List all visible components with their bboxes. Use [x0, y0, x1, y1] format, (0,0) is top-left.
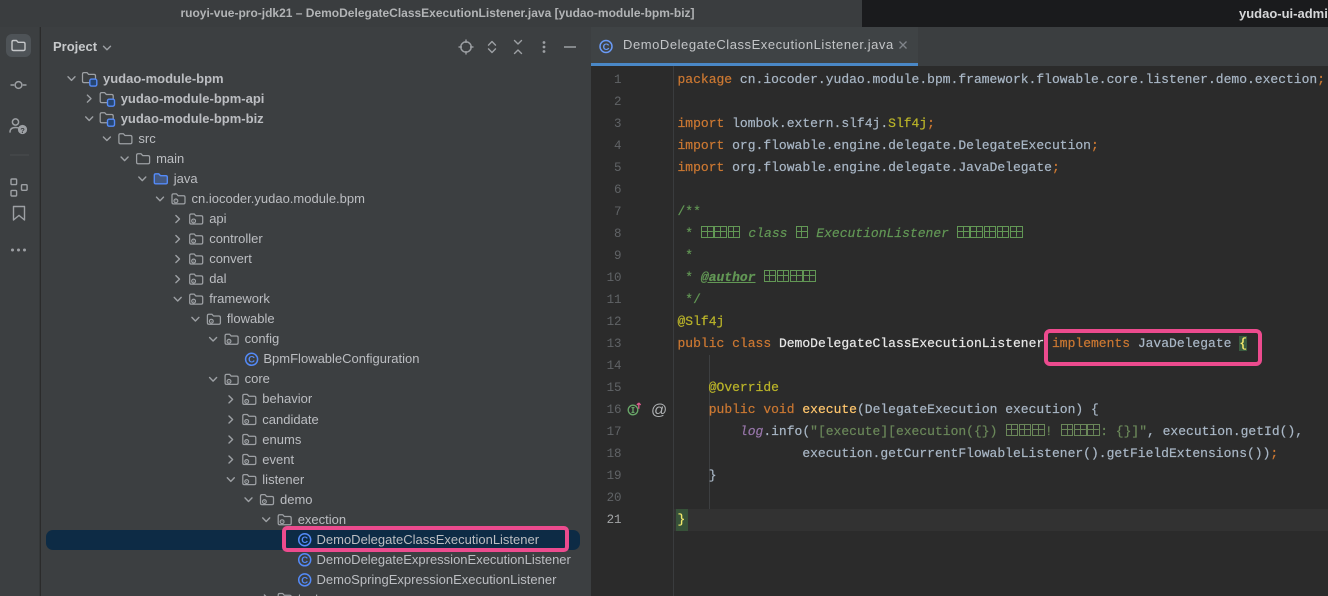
svg-text:@: @: [651, 402, 667, 419]
svg-text:C: C: [603, 42, 610, 53]
svg-text:C: C: [301, 575, 308, 586]
svg-text:C: C: [301, 555, 308, 566]
svg-text:C: C: [248, 355, 255, 366]
